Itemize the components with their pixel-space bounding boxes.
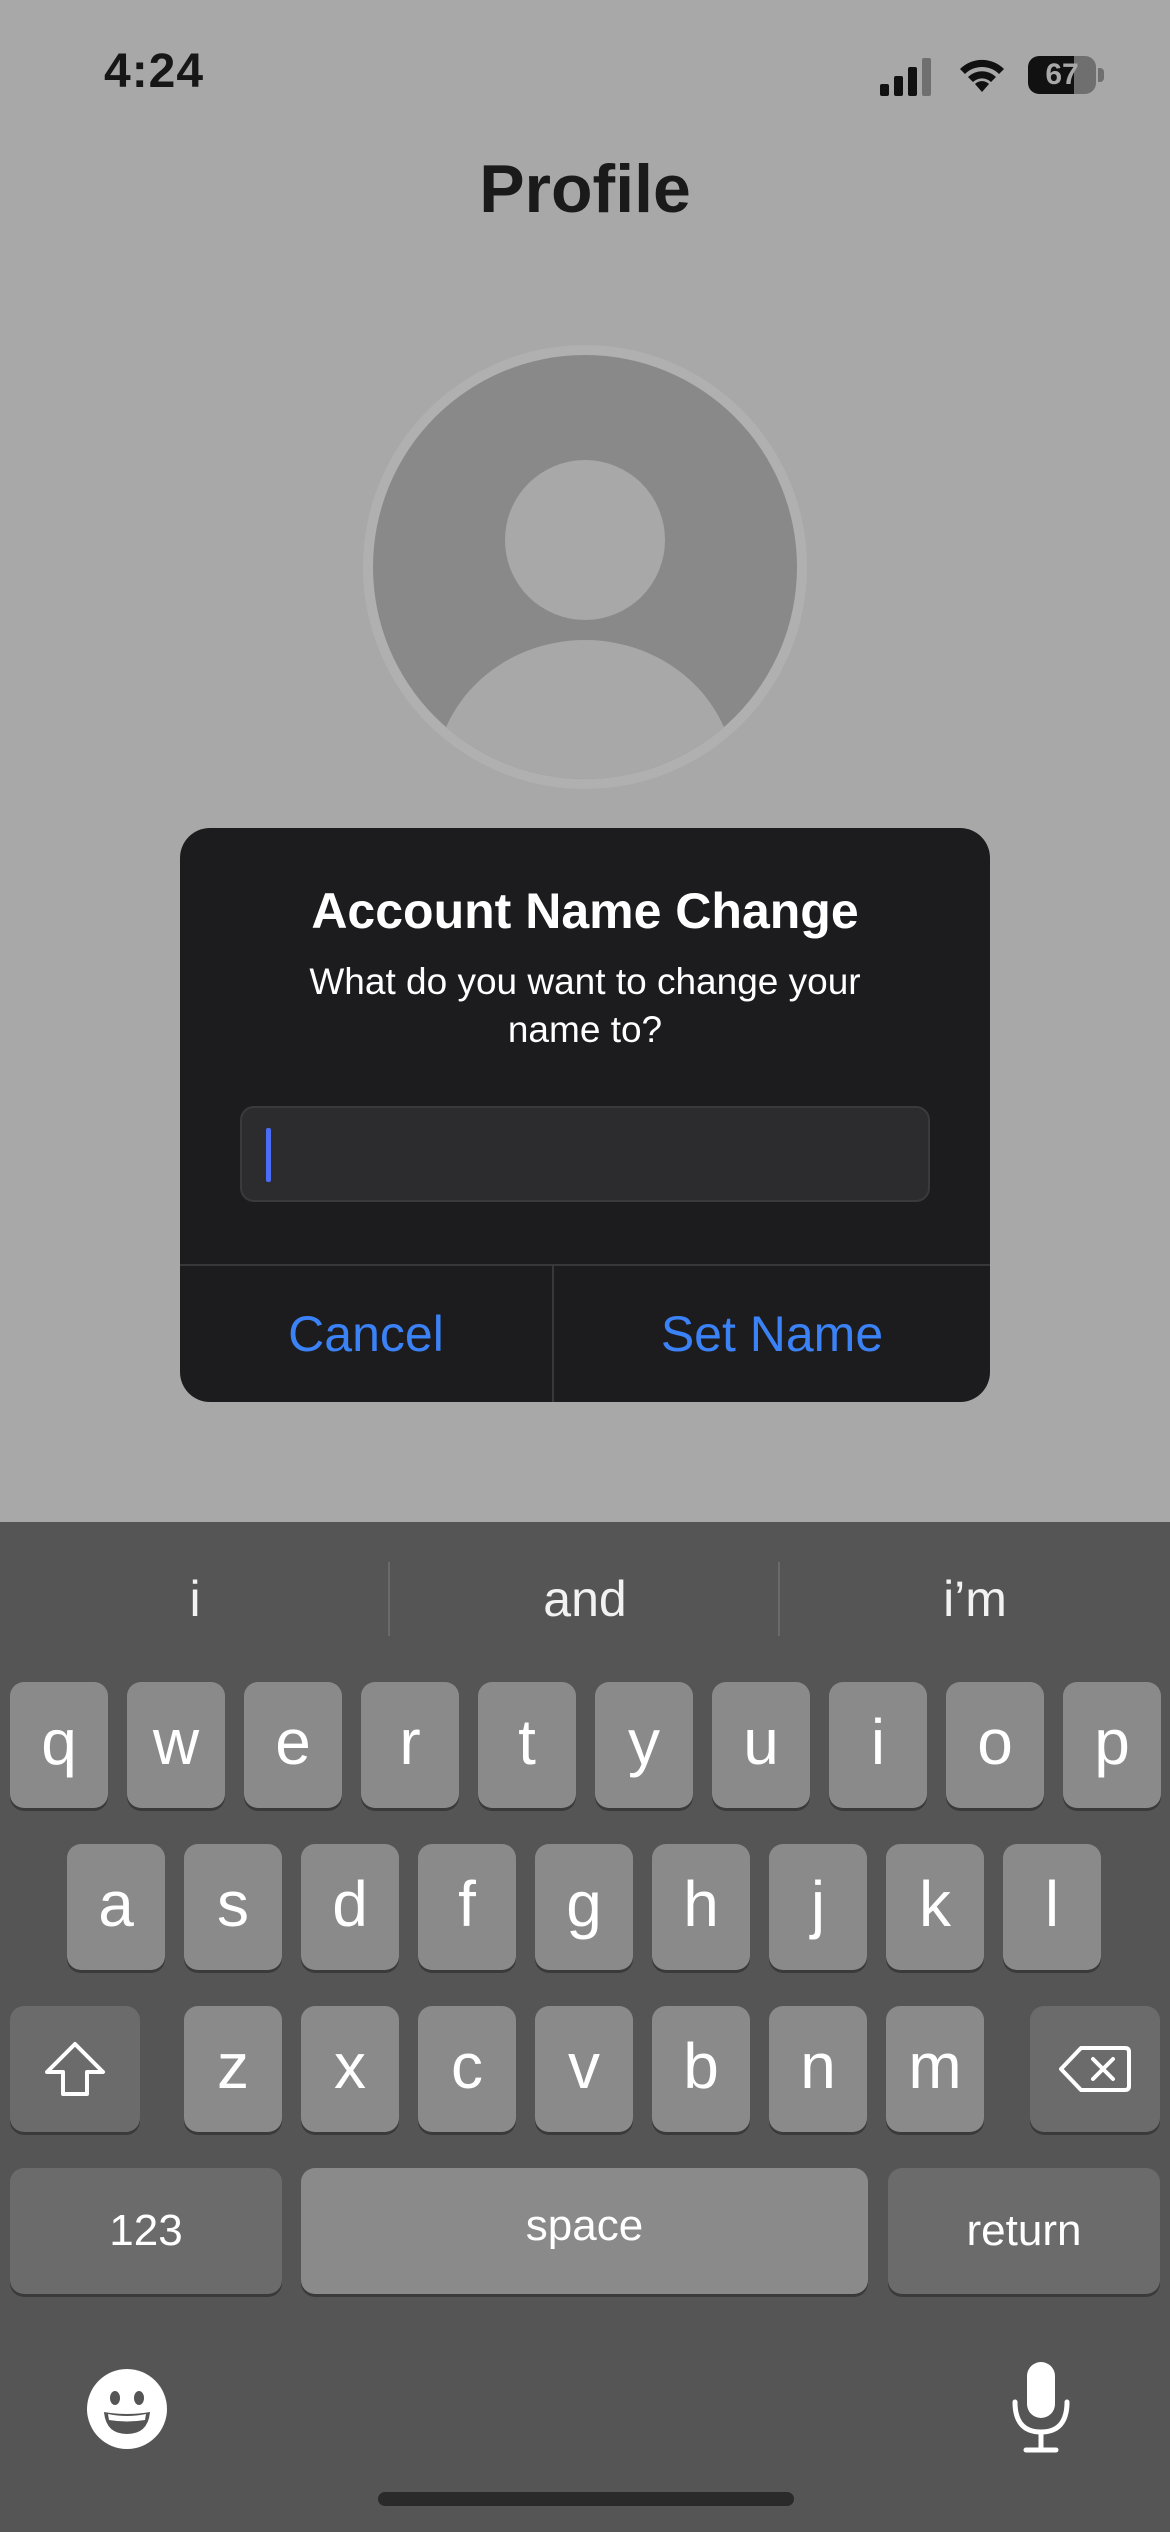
- key-f[interactable]: f: [418, 1844, 516, 1970]
- key-h[interactable]: h: [652, 1844, 750, 1970]
- delete-icon: [1059, 2046, 1131, 2092]
- status-icons: 67: [880, 52, 1120, 102]
- keyboard: i and i’m q w e r t y u i o p a s d f g …: [0, 1522, 1170, 2532]
- key-m[interactable]: m: [886, 2006, 984, 2132]
- delete-key[interactable]: [1030, 2006, 1160, 2132]
- text-caret: [266, 1128, 271, 1182]
- battery-icon: 67: [1028, 56, 1104, 96]
- alert-title: Account Name Change: [311, 883, 859, 939]
- status-time: 4:24: [104, 45, 205, 98]
- name-input[interactable]: [240, 1106, 930, 1202]
- key-k[interactable]: k: [886, 1844, 984, 1970]
- microphone-icon[interactable]: [1010, 2362, 1072, 2454]
- wifi-icon: [960, 59, 1004, 92]
- key-a[interactable]: a: [67, 1844, 165, 1970]
- key-w[interactable]: w: [127, 1682, 225, 1808]
- key-p[interactable]: p: [1063, 1682, 1161, 1808]
- key-o[interactable]: o: [946, 1682, 1044, 1808]
- key-d[interactable]: d: [301, 1844, 399, 1970]
- shift-key[interactable]: [10, 2006, 140, 2132]
- cellular-signal-icon: [880, 58, 931, 96]
- cancel-button[interactable]: Cancel: [180, 1266, 552, 1402]
- numbers-key[interactable]: 123: [10, 2168, 282, 2294]
- key-y[interactable]: y: [595, 1682, 693, 1808]
- suggestion-item[interactable]: and: [390, 1570, 780, 1628]
- key-c[interactable]: c: [418, 2006, 516, 2132]
- key-b[interactable]: b: [652, 2006, 750, 2132]
- person-placeholder-icon[interactable]: [358, 340, 812, 794]
- key-q[interactable]: q: [10, 1682, 108, 1808]
- return-key[interactable]: return: [888, 2168, 1160, 2294]
- key-s[interactable]: s: [184, 1844, 282, 1970]
- emoji-icon[interactable]: [86, 2368, 168, 2450]
- key-z[interactable]: z: [184, 2006, 282, 2132]
- key-n[interactable]: n: [769, 2006, 867, 2132]
- key-l[interactable]: l: [1003, 1844, 1101, 1970]
- key-r[interactable]: r: [361, 1682, 459, 1808]
- status-bar: 4:24 67: [0, 0, 1170, 150]
- shift-icon: [45, 2042, 105, 2096]
- key-g[interactable]: g: [535, 1844, 633, 1970]
- key-u[interactable]: u: [712, 1682, 810, 1808]
- page-title: Profile: [479, 151, 691, 227]
- key-e[interactable]: e: [244, 1682, 342, 1808]
- suggestion-item[interactable]: i’m: [780, 1570, 1170, 1628]
- suggestion-bar: i and i’m: [0, 1522, 1170, 1672]
- key-x[interactable]: x: [301, 2006, 399, 2132]
- battery-level: 67: [1045, 58, 1079, 91]
- key-i[interactable]: i: [829, 1682, 927, 1808]
- suggestion-item[interactable]: i: [0, 1570, 390, 1628]
- space-key[interactable]: space: [301, 2168, 868, 2294]
- key-j[interactable]: j: [769, 1844, 867, 1970]
- home-indicator[interactable]: [378, 2492, 794, 2506]
- alert-message: What do you want to change your name to?: [309, 961, 861, 1050]
- key-v[interactable]: v: [535, 2006, 633, 2132]
- key-t[interactable]: t: [478, 1682, 576, 1808]
- name-change-alert: Account Name Change What do you want to …: [180, 828, 990, 1402]
- set-name-button[interactable]: Set Name: [554, 1266, 990, 1402]
